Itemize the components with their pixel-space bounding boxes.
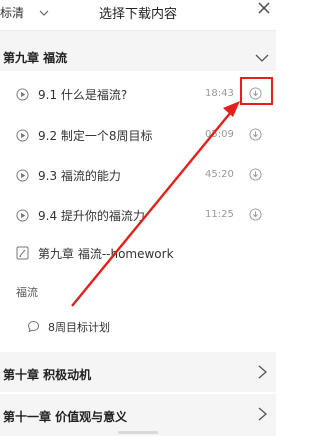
chapter-title: 第十章 积极动机 bbox=[3, 368, 92, 382]
chat-bubble-icon bbox=[27, 320, 40, 333]
home-indicator bbox=[118, 431, 158, 434]
chevron-down-icon bbox=[255, 54, 269, 62]
lesson-duration: 45:20 bbox=[205, 169, 234, 180]
document-edit-icon bbox=[16, 246, 29, 260]
chapter-header-10[interactable]: 第十章 积极动机 bbox=[0, 352, 276, 392]
lesson-title: 9.2 制定一个8周目标 bbox=[38, 129, 153, 143]
lesson-title: 9.3 福流的能力 bbox=[38, 169, 121, 183]
lesson-row[interactable]: 9.2 制定一个8周目标 05:09 bbox=[0, 112, 276, 152]
chapter-title: 第九章 福流 bbox=[3, 51, 68, 65]
lesson-row[interactable]: 9.1 什么是福流? 18:43 bbox=[0, 72, 276, 112]
homework-title: 第九章 福流--homework bbox=[38, 247, 174, 261]
header-bar: 标清 选择下载内容 bbox=[0, 0, 276, 30]
play-icon bbox=[16, 129, 29, 142]
play-icon bbox=[16, 169, 29, 182]
close-icon[interactable] bbox=[256, 0, 272, 16]
play-icon bbox=[16, 209, 29, 222]
chevron-right-icon bbox=[258, 407, 267, 421]
lesson-title: 9.4 提升你的福流力 bbox=[38, 209, 145, 223]
download-icon[interactable] bbox=[249, 128, 262, 141]
chapter-header-11[interactable]: 第十一章 价值观与意义 bbox=[0, 394, 276, 436]
chapter-header-9[interactable]: 第九章 福流 bbox=[0, 31, 276, 71]
lesson-row[interactable]: 9.4 提升你的福流力 11:25 bbox=[0, 192, 276, 232]
section-label: 福流 bbox=[16, 286, 38, 299]
chevron-right-icon bbox=[258, 365, 267, 379]
download-icon[interactable] bbox=[249, 168, 262, 181]
lesson-row[interactable]: 9.3 福流的能力 45:20 bbox=[0, 152, 276, 192]
play-icon bbox=[16, 88, 29, 101]
download-icon[interactable] bbox=[249, 208, 262, 221]
lesson-duration: 11:25 bbox=[205, 209, 234, 220]
page-title: 选择下载内容 bbox=[98, 7, 177, 22]
lesson-title: 9.1 什么是福流? bbox=[38, 88, 128, 102]
plan-title: 8周目标计划 bbox=[48, 321, 110, 334]
lesson-duration: 18:43 bbox=[205, 88, 234, 99]
plan-row[interactable]: 8周目标计划 bbox=[0, 310, 276, 344]
highlight-box bbox=[240, 77, 273, 105]
homework-row[interactable]: 第九章 福流--homework bbox=[0, 232, 276, 272]
lesson-duration: 05:09 bbox=[205, 129, 234, 140]
chapter-title: 第十一章 价值观与意义 bbox=[3, 410, 128, 424]
